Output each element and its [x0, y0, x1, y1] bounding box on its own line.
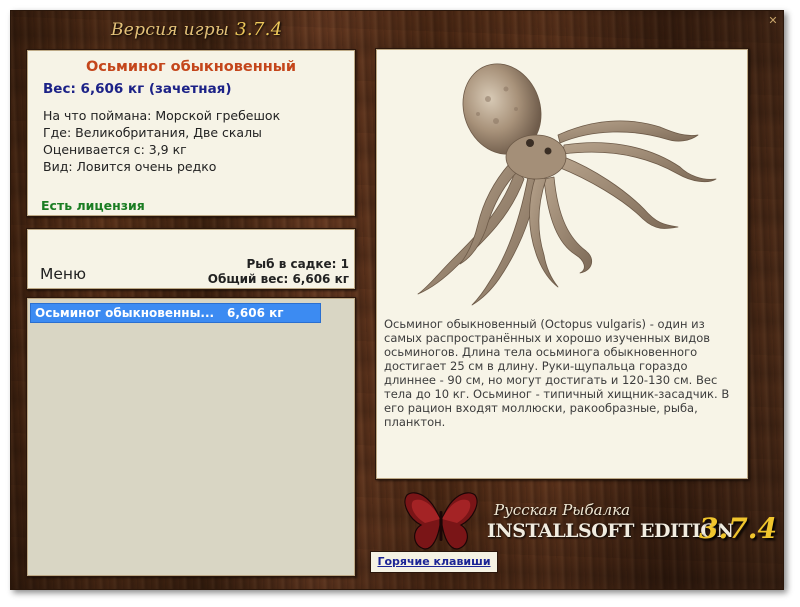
fish-rarity: Вид: Ловится очень редко	[43, 159, 217, 174]
game-window: Версия игры 3.7.4 ✕ Осьминог обыкновенный…	[10, 10, 784, 590]
fish-rated-from: Оценивается с: 3,9 кг	[43, 142, 187, 157]
fish-description: Осьминог обыкновенный (Octopus vulgaris)…	[384, 317, 730, 429]
fish-name: Осьминог обыкновенный	[85, 59, 297, 75]
fish-weight: Вес: 6,606 кг (зачетная)	[43, 81, 232, 97]
hotkeys-button[interactable]: Горячие клавиши	[370, 551, 498, 573]
close-icon[interactable]: ✕	[767, 15, 779, 27]
fish-info-panel: Осьминог обыкновенный Вес: 6,606 кг (зач…	[26, 49, 356, 217]
catch-list-panel: Осьминог обыкновенны... 6,606 кг	[26, 297, 356, 577]
fish-bait: На что поймана: Морской гребешок	[43, 108, 281, 123]
list-item[interactable]: Осьминог обыкновенны... 6,606 кг	[30, 303, 321, 323]
butterfly-logo-icon	[404, 492, 478, 550]
fish-location: Где: Великобритания, Две скалы	[43, 125, 262, 140]
logo-edition: INSTALLSOFT EDITION	[487, 520, 734, 542]
logo-subtitle: Русская Рыбалка	[494, 501, 631, 519]
octopus-image	[417, 63, 717, 306]
menu-button[interactable]: Меню	[40, 265, 86, 283]
version-title: Версия игры 3.7.4	[111, 19, 282, 40]
total-weight: Общий вес: 6,606 кг	[207, 272, 349, 286]
fish-count: Рыб в садке: 1	[246, 257, 350, 271]
logo-version: 3.7.4	[699, 512, 777, 545]
license-status: Есть лицензия	[41, 198, 145, 213]
cage-summary: Рыб в садке: 1 Общий вес: 6,606 кг	[208, 257, 349, 287]
version-number: 3.7.4	[235, 19, 283, 40]
catch-weight: 6,606 кг	[227, 306, 284, 320]
catch-name: Осьминог обыкновенны...	[35, 306, 215, 320]
fish-image-panel: Осьминог обыкновенный (Octopus vulgaris)…	[375, 48, 749, 480]
version-label: Версия игры	[111, 20, 230, 40]
menu-panel: Меню Рыб в садке: 1 Общий вес: 6,606 кг	[26, 228, 356, 290]
